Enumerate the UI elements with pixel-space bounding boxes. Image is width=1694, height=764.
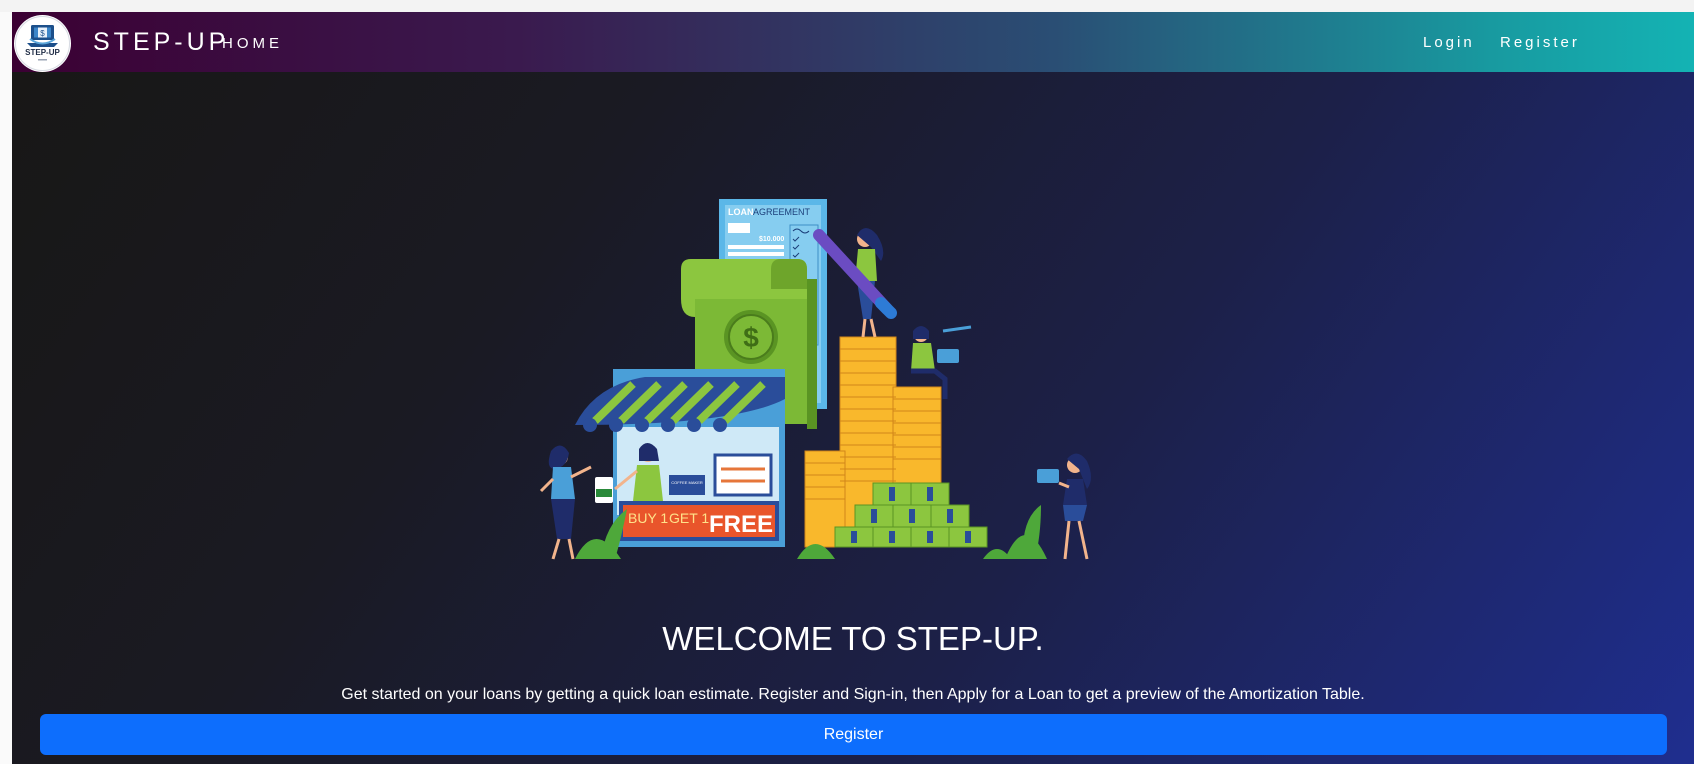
hero-section: LOAN AGREEMENT $10.000 $ COFFEE MAKER BU… [12,72,1694,764]
register-button[interactable]: Register [40,714,1667,755]
brand-name[interactable]: STEP-UP [93,28,229,57]
navbar: $ STEP-UP STEP-UP HOME Login Register [12,12,1694,72]
dollar-monitor-logo-icon: $ STEP-UP [15,16,70,71]
brand-logo[interactable]: $ STEP-UP [14,15,71,72]
coffee-maker-sign: COFFEE MAKER [671,480,703,485]
nav-register-link[interactable]: Register [1500,34,1580,51]
loan-market-illustration-icon: LOAN AGREEMENT $10.000 $ COFFEE MAKER BU… [539,199,1091,560]
document-amount: $10.000 [759,236,784,243]
nav-login-link[interactable]: Login [1423,34,1475,51]
welcome-title: WELCOME TO STEP-UP. [662,620,1044,657]
nav-home-link[interactable]: HOME [222,35,283,52]
document-title-rest: AGREEMENT [753,207,811,217]
document-title-bold: LOAN [728,207,754,217]
welcome-subtitle: Get started on your loans by getting a q… [341,686,1365,703]
banner-free-text: FREE [709,511,773,538]
logo-text: STEP-UP [25,48,60,57]
svg-text:$: $ [743,322,759,353]
svg-text:$: $ [40,29,45,38]
banner-buy-text: BUY 1 [628,510,668,526]
banner-get-text: GET 1 [669,510,709,526]
page-viewport: $ STEP-UP STEP-UP HOME Login Register LO… [12,12,1694,764]
